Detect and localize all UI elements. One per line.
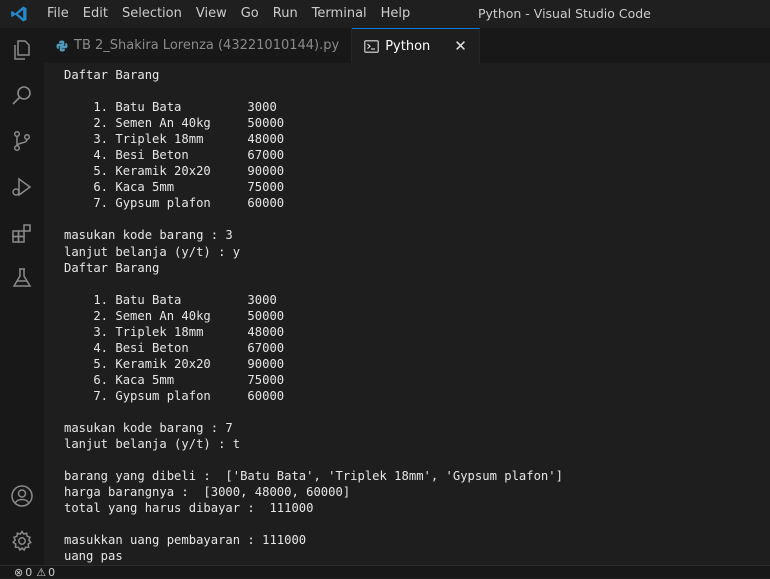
account-icon[interactable] — [10, 484, 34, 508]
terminal-line: masukan kode barang : 7 — [64, 421, 233, 436]
run-debug-icon[interactable] — [10, 175, 34, 199]
extensions-icon[interactable] — [10, 221, 34, 245]
terminal-line: 4. Besi Beton 67000 — [64, 148, 285, 163]
terminal-line: 7. Gypsum plafon 60000 — [64, 388, 285, 403]
tab-python-terminal[interactable]: Python ✕ — [352, 28, 480, 63]
title-bar: File Edit Selection View Go Run Terminal… — [0, 0, 770, 28]
terminal-line: 5. Keramik 20x20 90000 — [64, 356, 285, 371]
window-title: Python - Visual Studio Code — [478, 6, 651, 21]
close-icon[interactable]: ✕ — [454, 37, 467, 55]
terminal-line: 3. Triplek 18mm 48000 — [64, 324, 285, 339]
menu-view[interactable]: View — [189, 0, 234, 28]
terminal-line: 5. Keramik 20x20 90000 — [64, 164, 285, 179]
terminal-line: 3. Triplek 18mm 48000 — [64, 132, 285, 147]
terminal-line: 2. Semen An 40kg 50000 — [64, 116, 285, 131]
menu-run[interactable]: Run — [266, 0, 305, 28]
tab-label: TB 2_Shakira Lorenza (43221010144).py — [74, 38, 340, 53]
menu-terminal[interactable]: Terminal — [305, 0, 374, 28]
tab-label: Python — [385, 38, 431, 54]
menu-selection[interactable]: Selection — [115, 0, 189, 28]
terminal-line: total yang harus dibayar : 111000 — [64, 501, 314, 516]
terminal-line: 1. Batu Bata 3000 — [64, 292, 277, 307]
terminal-line: 4. Besi Beton 67000 — [64, 340, 285, 355]
terminal-line: 1. Batu Bata 3000 — [64, 100, 277, 115]
terminal-line: 2. Semen An 40kg 50000 — [64, 308, 285, 323]
activity-bar — [0, 28, 44, 577]
vscode-logo-icon[interactable] — [4, 0, 34, 28]
terminal-icon — [364, 39, 379, 53]
source-control-icon[interactable] — [10, 129, 34, 153]
testing-icon[interactable] — [10, 266, 34, 290]
terminal-line: uang pas — [64, 549, 123, 564]
terminal-line: Daftar Barang — [64, 68, 160, 82]
terminal-line: 6. Kaca 5mm 75000 — [64, 372, 285, 387]
terminal-output[interactable]: Daftar Barang 1. Batu Bata 3000 2. Semen… — [64, 67, 764, 564]
menu-go[interactable]: Go — [234, 0, 266, 28]
terminal-line: harga barangnya : [3000, 48000, 60000] — [64, 485, 351, 500]
menu-edit[interactable]: Edit — [76, 0, 115, 28]
terminal-line: barang yang dibeli : ['Batu Bata', 'Trip… — [64, 469, 563, 484]
terminal-line: 7. Gypsum plafon 60000 — [64, 196, 285, 211]
terminal-line: masukkan uang pembayaran : 111000 — [64, 533, 307, 548]
terminal-line: lanjut belanja (y/t) : y — [64, 244, 241, 259]
menu-help[interactable]: Help — [374, 0, 418, 28]
menu-bar: File Edit Selection View Go Run Terminal… — [40, 0, 417, 28]
terminal-line: 6. Kaca 5mm 75000 — [64, 180, 285, 195]
terminal-line: lanjut belanja (y/t) : t — [64, 437, 241, 452]
python-file-icon — [56, 40, 68, 52]
terminal-line: Daftar Barang — [64, 260, 160, 275]
settings-gear-icon[interactable] — [10, 529, 34, 553]
tab-python-file[interactable]: TB 2_Shakira Lorenza (43221010144).py — [44, 28, 353, 63]
explorer-icon[interactable] — [10, 38, 34, 62]
terminal-line: masukan kode barang : 3 — [64, 228, 233, 243]
editor-tab-bar: TB 2_Shakira Lorenza (43221010144).py Py… — [44, 28, 770, 63]
menu-file[interactable]: File — [40, 0, 76, 28]
status-bar: ⊗ 0 ⚠ 0 — [0, 565, 770, 579]
search-icon[interactable] — [10, 84, 34, 108]
